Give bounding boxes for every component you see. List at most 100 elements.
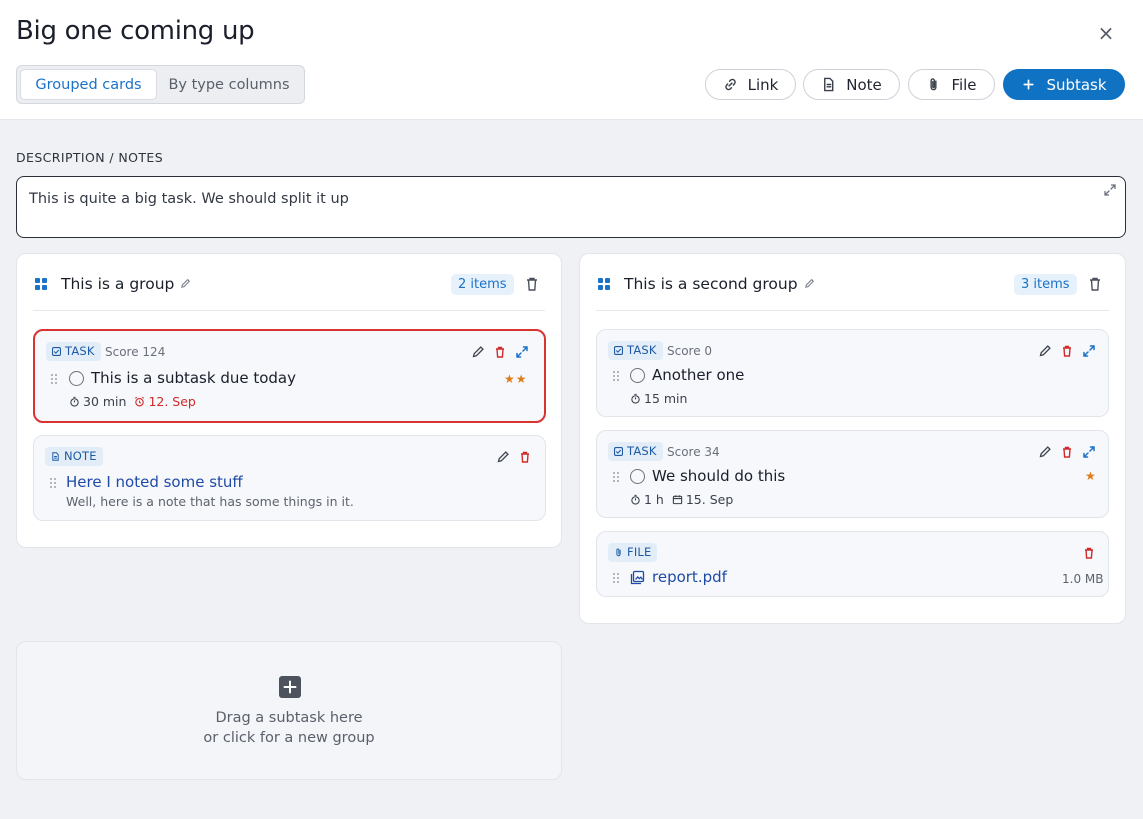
duration-value: 30 min xyxy=(83,394,127,409)
add-link-button[interactable]: Link xyxy=(705,69,796,100)
badge-label: TASK xyxy=(627,343,657,357)
checkbox-icon xyxy=(614,447,623,456)
group-title[interactable]: This is a second group xyxy=(624,275,815,293)
note-card[interactable]: NOTE Here I noted some stuff Well, here … xyxy=(33,435,546,521)
trash-icon[interactable] xyxy=(525,276,539,292)
group-card: This is a group 2 items TASK Score 124 T… xyxy=(16,253,562,548)
add-note-label: Note xyxy=(846,75,882,94)
add-subtask-label: Subtask xyxy=(1046,75,1107,94)
description-label: DESCRIPTION / NOTES xyxy=(16,150,164,165)
note-body: Well, here is a note that has some thing… xyxy=(66,494,354,509)
note-title[interactable]: Here I noted some stuff xyxy=(66,473,243,491)
drag-handle-icon[interactable] xyxy=(49,477,57,489)
pencil-icon[interactable] xyxy=(180,278,191,289)
paperclip-icon xyxy=(616,548,621,557)
tab-by-type-columns[interactable]: By type columns xyxy=(157,69,301,100)
card-actions xyxy=(1038,444,1096,458)
scheduled-date-value: 15. Sep xyxy=(685,492,734,507)
scheduled-date: 15. Sep xyxy=(672,492,733,507)
pencil-icon[interactable] xyxy=(1038,444,1052,458)
timer-icon xyxy=(70,396,79,407)
pencil-icon[interactable] xyxy=(1038,343,1052,357)
complete-checkbox[interactable] xyxy=(69,371,84,386)
task-card[interactable]: TASK Score 124 This is a subtask due tod… xyxy=(33,329,546,423)
card-actions xyxy=(471,344,529,358)
trash-icon[interactable] xyxy=(1060,444,1074,458)
add-file-label: File xyxy=(951,75,977,94)
add-file-button[interactable]: File xyxy=(908,69,995,100)
file-name[interactable]: report.pdf xyxy=(652,568,727,586)
task-card[interactable]: TASK Score 0 Another one 15 min xyxy=(596,329,1109,417)
task-card[interactable]: TASK Score 34 We should do this ★ 1 h 15… xyxy=(596,430,1109,518)
file-type-badge: FILE xyxy=(608,543,658,562)
drag-handle-icon[interactable] xyxy=(612,471,620,483)
pencil-icon[interactable] xyxy=(471,344,485,358)
trash-icon[interactable] xyxy=(1082,545,1096,559)
drag-handle-icon[interactable] xyxy=(612,370,620,382)
page-title: Big one coming up xyxy=(16,16,255,46)
view-toggle: Grouped cards By type columns xyxy=(16,65,305,104)
badge-label: NOTE xyxy=(64,449,97,463)
group-title[interactable]: This is a group xyxy=(61,275,191,293)
add-subtask-button[interactable]: Subtask xyxy=(1003,69,1125,100)
duration: 1 h xyxy=(630,492,664,507)
due-date: 12. Sep xyxy=(134,394,196,409)
calendar-icon xyxy=(672,495,683,505)
trash-icon[interactable] xyxy=(1060,343,1074,357)
trash-icon[interactable] xyxy=(518,449,532,463)
card-actions xyxy=(1038,343,1096,357)
timer-icon xyxy=(631,393,640,404)
card-actions xyxy=(496,449,532,463)
pencil-icon[interactable] xyxy=(804,278,815,289)
file-size: 1.0 MB xyxy=(1062,572,1104,586)
document-icon xyxy=(52,452,59,461)
dropzone-hint-line1: Drag a subtask here xyxy=(215,710,363,726)
task-type-badge: TASK xyxy=(608,442,663,461)
expand-icon[interactable] xyxy=(1103,183,1117,197)
description-textarea[interactable]: This is quite a big task. We should spli… xyxy=(16,176,1126,238)
expand-icon[interactable] xyxy=(515,344,529,358)
close-button[interactable]: × xyxy=(1095,22,1117,44)
task-title[interactable]: This is a subtask due today xyxy=(91,369,296,387)
description-text: This is quite a big task. We should spli… xyxy=(29,191,349,207)
pencil-icon[interactable] xyxy=(496,449,510,463)
score-label: Score 124 xyxy=(105,345,166,359)
trash-icon[interactable] xyxy=(1088,276,1102,292)
image-file-icon xyxy=(630,570,645,585)
drag-handle-icon[interactable] xyxy=(50,373,58,385)
score-label: Score 34 xyxy=(667,445,720,459)
drag-handle-icon[interactable] xyxy=(612,572,620,584)
checkbox-icon xyxy=(614,346,623,355)
task-type-badge: TASK xyxy=(608,341,663,360)
group-header: This is a group 2 items xyxy=(33,254,545,311)
task-meta: 15 min xyxy=(630,391,687,406)
task-meta: 30 min 12. Sep xyxy=(69,394,196,409)
trash-icon[interactable] xyxy=(493,344,507,358)
alarm-clock-icon xyxy=(135,396,145,407)
complete-checkbox[interactable] xyxy=(630,368,645,383)
badge-label: FILE xyxy=(627,545,652,559)
complete-checkbox[interactable] xyxy=(630,469,645,484)
group-title-text: This is a second group xyxy=(624,275,798,293)
task-meta: 1 h 15. Sep xyxy=(630,492,733,507)
expand-icon[interactable] xyxy=(1082,343,1096,357)
modal-header: Big one coming up × Grouped cards By typ… xyxy=(0,0,1143,120)
duration-value: 1 h xyxy=(644,492,664,507)
add-link-label: Link xyxy=(747,75,779,94)
task-title[interactable]: Another one xyxy=(652,366,744,384)
task-title[interactable]: We should do this xyxy=(652,467,785,485)
dropzone-hint-line2: or click for a new group xyxy=(203,730,375,746)
tab-grouped-cards[interactable]: Grouped cards xyxy=(20,69,157,100)
file-card[interactable]: FILE report.pdf 1.0 MB xyxy=(596,531,1109,597)
badge-label: TASK xyxy=(65,344,95,358)
plus-square-icon xyxy=(279,676,301,698)
due-date-value: 12. Sep xyxy=(148,394,196,409)
checkbox-icon xyxy=(52,347,61,356)
link-icon xyxy=(724,78,736,91)
paperclip-icon xyxy=(930,78,937,91)
duration: 15 min xyxy=(630,391,687,406)
new-group-dropzone[interactable]: Drag a subtask here or click for a new g… xyxy=(16,641,562,780)
score-label: Score 0 xyxy=(667,344,713,358)
expand-icon[interactable] xyxy=(1082,444,1096,458)
add-note-button[interactable]: Note xyxy=(803,69,900,100)
